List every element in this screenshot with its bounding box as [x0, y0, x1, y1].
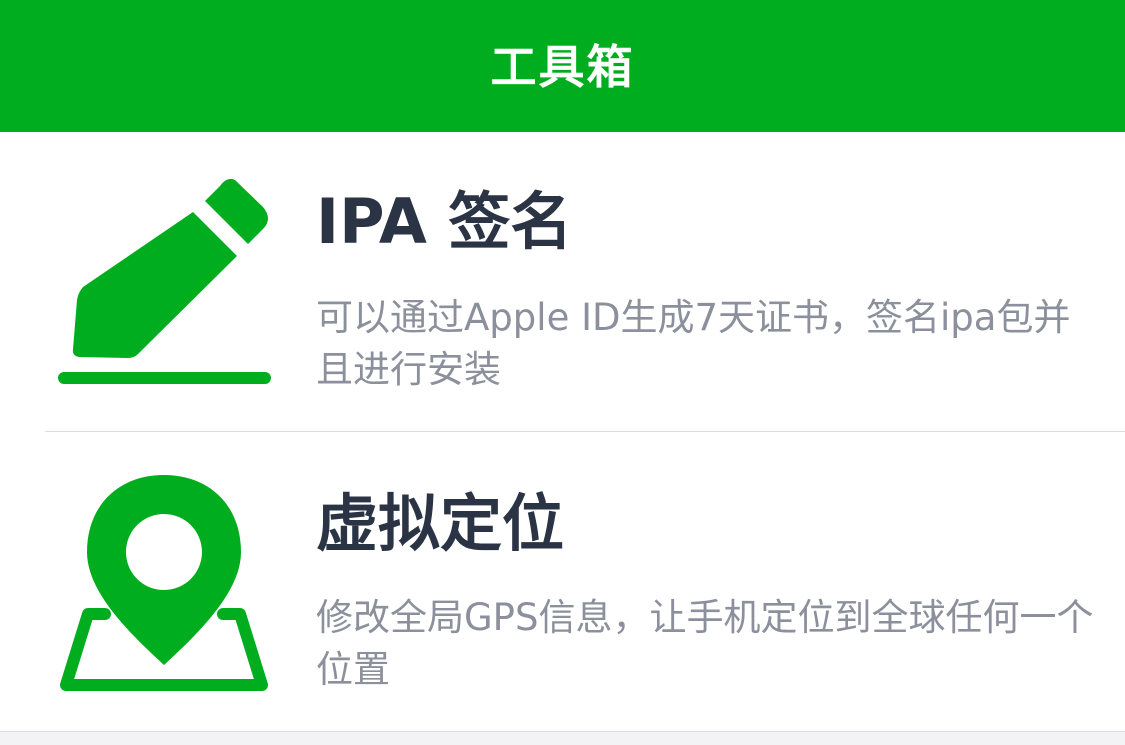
- list-bottom-divider: [0, 731, 1125, 732]
- app-screen: 工具箱 IPA 签名 可以通过Apple ID生成7天证书，签名ipa包并且进行…: [0, 0, 1125, 745]
- ipa-sign-row[interactable]: IPA 签名 可以通过Apple ID生成7天证书，签名ipa包并且进行安装: [0, 132, 1125, 432]
- toolbox-list: IPA 签名 可以通过Apple ID生成7天证书，签名ipa包并且进行安装 虚…: [0, 132, 1125, 732]
- virtual-location-row[interactable]: 虚拟定位 修改全局GPS信息，让手机定位到全球任何一个位置: [0, 432, 1125, 732]
- virtual-location-title: 虚拟定位: [316, 487, 565, 560]
- navigation-bar: 工具箱: [0, 0, 1125, 132]
- location-map-icon: [60, 475, 268, 691]
- page-title: 工具箱: [490, 40, 635, 94]
- pencil-icon: [58, 178, 271, 384]
- ipa-sign-description: 可以通过Apple ID生成7天证书，签名ipa包并且进行安装: [316, 296, 1071, 391]
- ipa-sign-title: IPA 签名: [316, 185, 573, 258]
- virtual-location-description: 修改全局GPS信息，让手机定位到全球任何一个位置: [316, 596, 1094, 691]
